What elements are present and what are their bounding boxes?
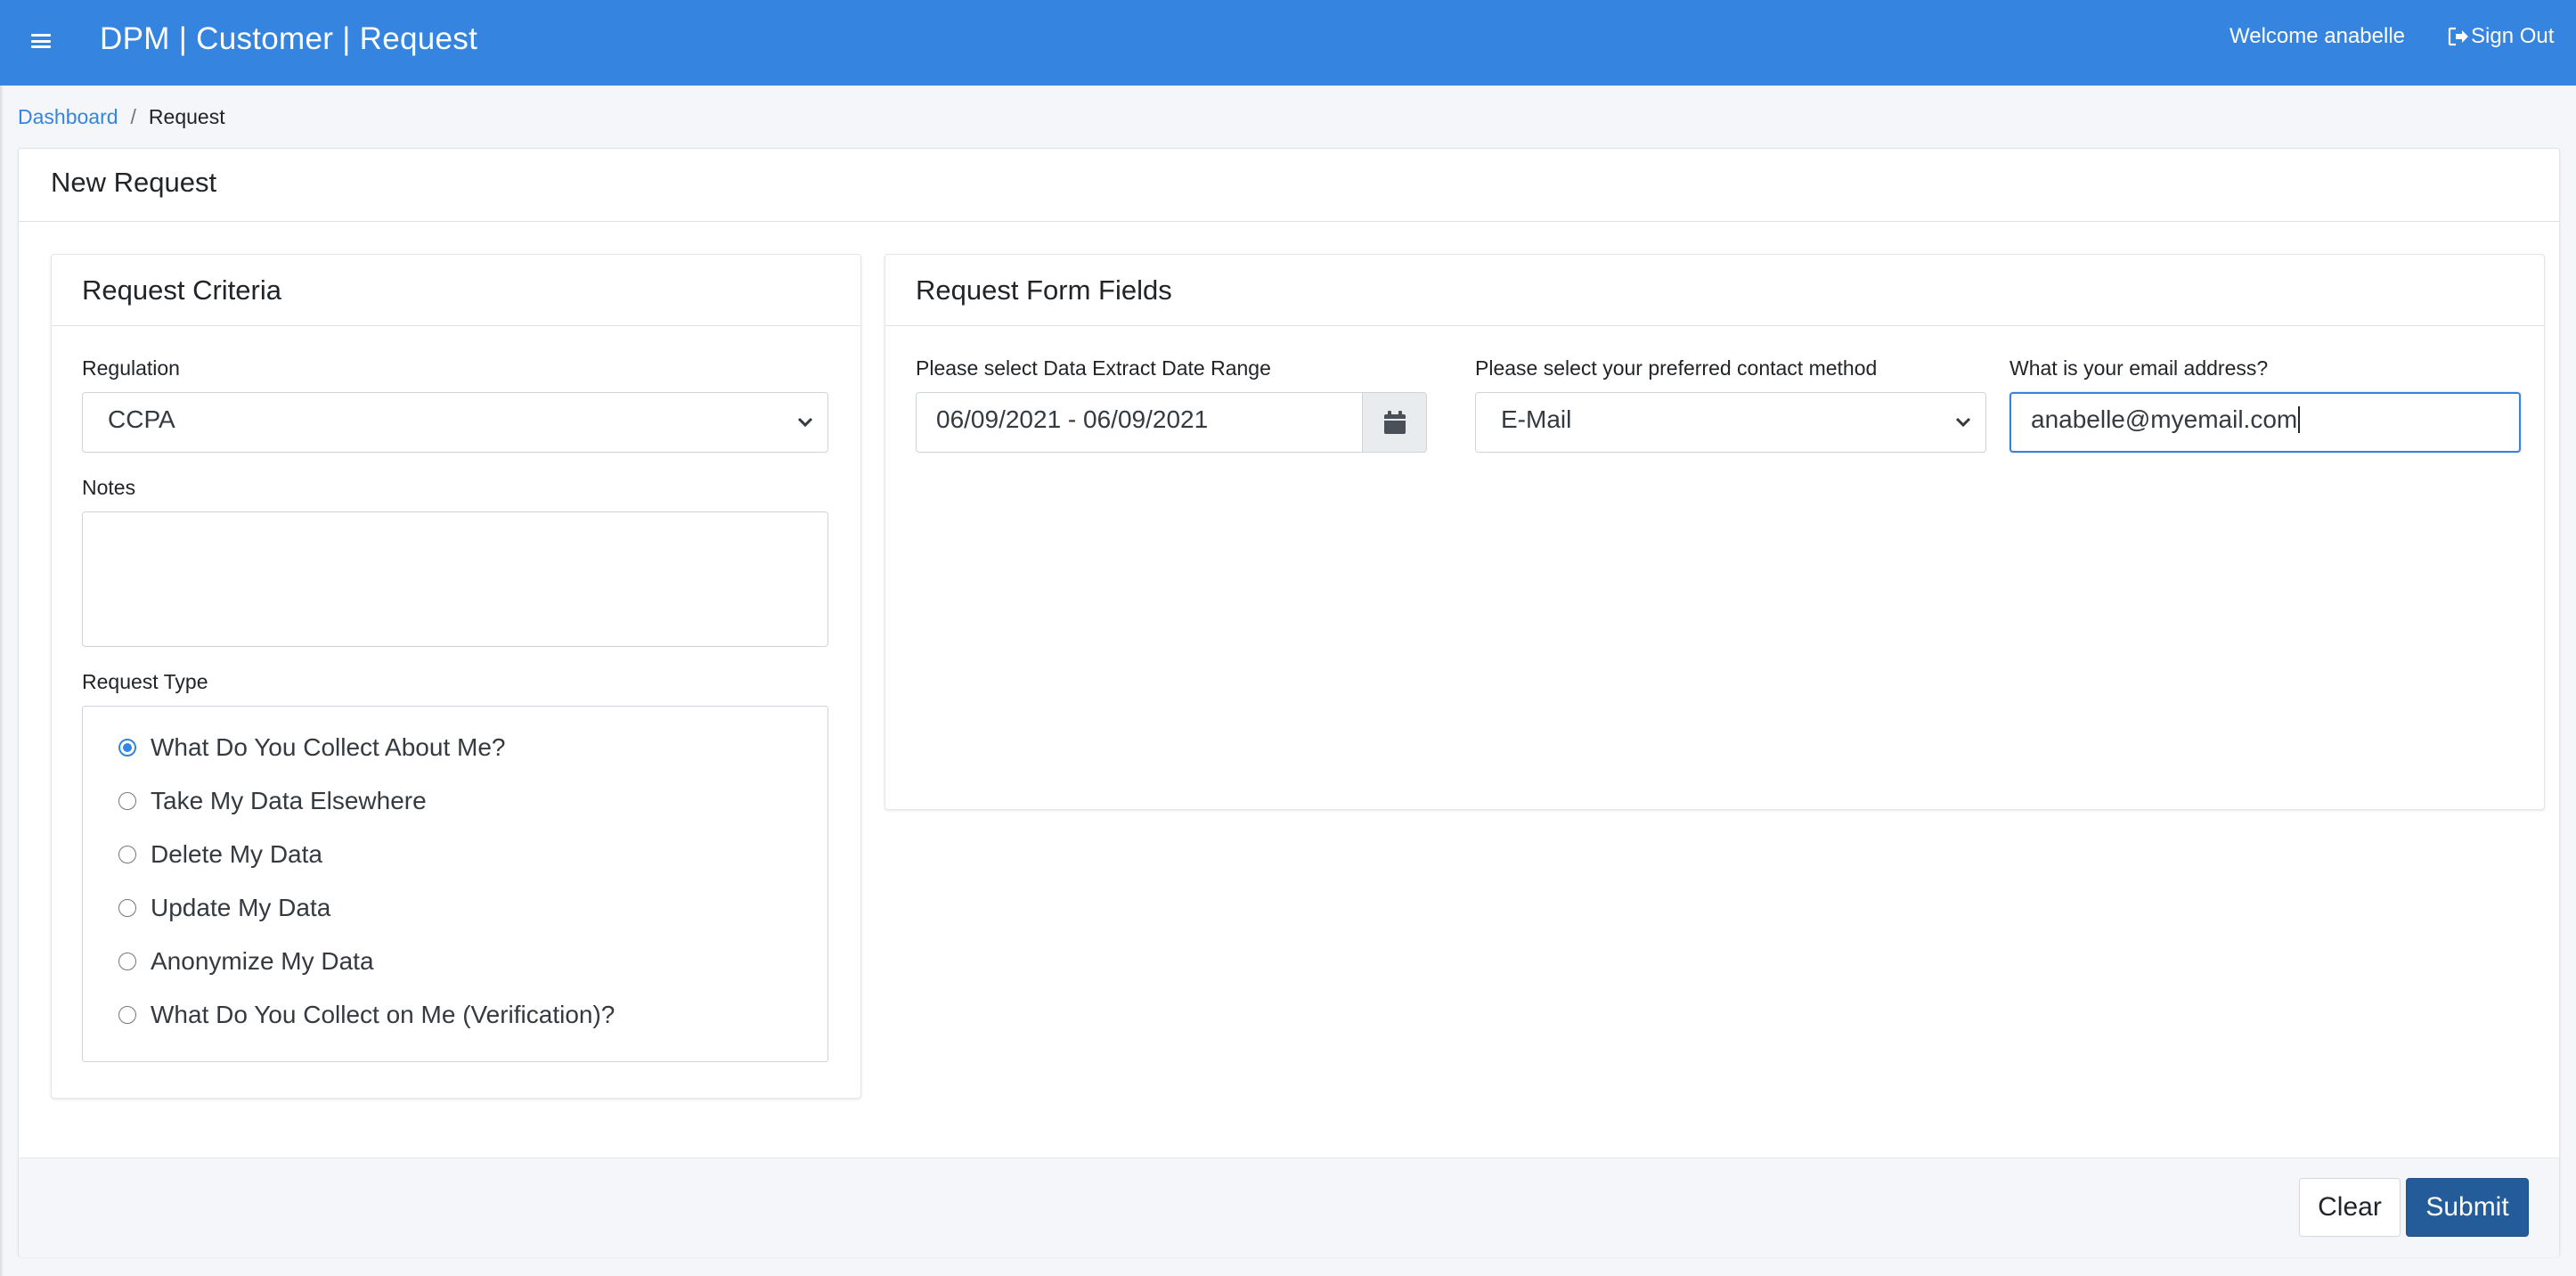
contact-method-value: E-Mail xyxy=(1501,405,1572,433)
request-type-option[interactable]: What Do You Collect About Me? xyxy=(118,733,505,762)
contact-method-label: Please select your preferred contact met… xyxy=(1475,356,1878,380)
new-request-card: New Request Request Criteria Regulation … xyxy=(18,148,2560,1257)
request-type-option[interactable]: What Do You Collect on Me (Verification)… xyxy=(118,1001,615,1029)
breadcrumb-separator: / xyxy=(130,105,136,128)
request-type-option[interactable]: Take My Data Elsewhere xyxy=(118,787,427,815)
radio-button[interactable] xyxy=(118,1006,136,1024)
email-label: What is your email address? xyxy=(2009,356,2269,380)
calendar-icon xyxy=(1383,411,1406,434)
clear-button[interactable]: Clear xyxy=(2299,1178,2401,1237)
hamburger-menu-icon[interactable] xyxy=(30,30,52,52)
email-value-wrap: anabelle@myemail.com xyxy=(2031,405,2301,434)
radio-button[interactable] xyxy=(118,846,136,863)
app-title: DPM | Customer | Request xyxy=(100,21,478,56)
regulation-select[interactable]: CCPA xyxy=(82,392,828,453)
sign-out-link[interactable]: Sign Out xyxy=(2448,24,2554,49)
request-criteria-title: Request Criteria xyxy=(82,274,281,306)
text-caret xyxy=(2298,406,2301,433)
request-type-option[interactable]: Update My Data xyxy=(118,894,330,922)
calendar-button[interactable] xyxy=(1363,392,1427,453)
window-edge xyxy=(0,86,4,1276)
request-form-fields-card: Request Form Fields Please select Data E… xyxy=(884,254,2545,810)
request-criteria-header: Request Criteria xyxy=(52,255,860,326)
request-type-option[interactable]: Delete My Data xyxy=(118,840,322,869)
regulation-value: CCPA xyxy=(108,405,175,433)
chevron-down-icon xyxy=(1955,417,1971,428)
radio-button[interactable] xyxy=(118,792,136,810)
notes-label: Notes xyxy=(82,476,136,499)
request-type-option-label: Delete My Data xyxy=(151,840,322,868)
request-form-fields-title: Request Form Fields xyxy=(916,274,1172,306)
new-request-header: New Request xyxy=(19,149,2559,222)
email-input[interactable]: anabelle@myemail.com xyxy=(2009,392,2521,453)
radio-button-checked[interactable] xyxy=(118,739,136,757)
breadcrumb-dashboard[interactable]: Dashboard xyxy=(18,105,118,129)
date-range-label: Please select Data Extract Date Range xyxy=(916,356,1271,380)
date-range-input[interactable]: 06/09/2021 - 06/09/2021 xyxy=(916,392,1363,453)
request-type-option-label: Update My Data xyxy=(151,894,331,921)
request-type-label: Request Type xyxy=(82,670,208,693)
welcome-text: Welcome anabelle xyxy=(2230,24,2406,48)
request-type-option-label: Take My Data Elsewhere xyxy=(151,787,427,814)
page-title: New Request xyxy=(51,167,217,198)
request-type-option-label: What Do You Collect on Me (Verification)… xyxy=(151,1001,615,1028)
chevron-down-icon xyxy=(797,417,813,428)
submit-button[interactable]: Submit xyxy=(2406,1178,2529,1237)
request-form-fields-header: Request Form Fields xyxy=(885,255,2544,326)
sign-out-label: Sign Out xyxy=(2471,24,2555,48)
breadcrumb-request: Request xyxy=(148,105,225,128)
radio-button[interactable] xyxy=(118,899,136,917)
top-navbar: DPM | Customer | Request Welcome anabell… xyxy=(0,0,2576,86)
request-criteria-card: Request Criteria Regulation CCPA Notes R… xyxy=(51,254,861,1099)
email-value: anabelle@myemail.com xyxy=(2031,405,2298,433)
request-type-radio-group: What Do You Collect About Me? Take My Da… xyxy=(82,706,828,1062)
request-type-option-label: What Do You Collect About Me? xyxy=(151,733,506,761)
date-range-value: 06/09/2021 - 06/09/2021 xyxy=(936,405,1209,433)
card-footer: Clear Submit xyxy=(19,1157,2559,1257)
sign-out-icon xyxy=(2448,27,2468,46)
regulation-label: Regulation xyxy=(82,356,180,380)
radio-button[interactable] xyxy=(118,953,136,970)
request-type-option[interactable]: Anonymize My Data xyxy=(118,947,374,976)
request-type-option-label: Anonymize My Data xyxy=(151,947,374,975)
notes-textarea[interactable] xyxy=(82,511,828,647)
contact-method-select[interactable]: E-Mail xyxy=(1475,392,1986,453)
breadcrumb: Dashboard / Request xyxy=(18,105,225,129)
